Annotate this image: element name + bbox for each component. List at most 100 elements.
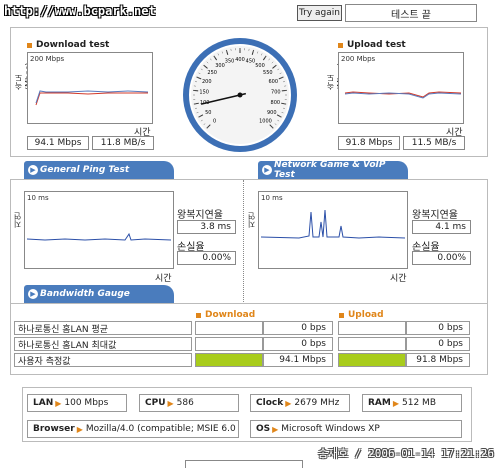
info-os: OS▶Microsoft Windows XP [250,420,462,438]
bandwidth-row-label: 하나로통신 홈LAN 평균 [14,321,192,335]
bandwidth-row-label: 사용자 측정값 [14,353,192,367]
lan-value: 100 Mbps [64,398,108,408]
download-test-title: Download test [27,40,109,50]
game-loss-value: 0.00% [412,251,471,265]
bullet-icon [338,43,343,48]
gauge-tick-label: 250 [207,70,217,76]
info-clock: Clock▶2679 MHz [250,394,350,412]
gauge-tick-label: 300 [215,63,225,69]
footer-signature: 송재호 / 2006-01-14 17:21:26 [318,445,494,461]
download-graph [28,53,152,123]
gauge-tick-label: 550 [263,70,273,76]
tab-general-ping[interactable]: ▶General Ping Test [24,161,174,179]
upload-value: 91.8 Mbps [406,353,470,367]
ping-plot: 10 ms [24,191,174,269]
upload-bar [338,321,406,335]
game-plot: 10 ms [258,191,408,269]
game-xlabel: 시간 [390,271,407,284]
upload-bar [338,337,406,351]
download-value: 0 bps [263,337,333,351]
bullet-icon [196,313,201,318]
game-rtt-value: 4.1 ms [412,220,471,234]
os-key: OS [256,424,270,434]
arrow-right-icon: ▶ [28,165,38,175]
download-mbs-value: 11.8 MB/s [92,136,154,150]
clock-key: Clock [256,398,283,408]
gauge-tick-label: 150 [199,89,209,95]
arrow-icon: ▶ [393,399,399,408]
upload-bar [338,353,406,367]
info-browser: Browser▶Mozilla/4.0 (compatible; MSIE 6.… [27,420,239,438]
arrow-icon: ▶ [77,425,83,434]
tab-game-label: Network Game & VoIP Test [274,160,408,180]
download-title-text: Download test [36,40,109,50]
cpu-value: 586 [177,398,194,408]
upload-graph [339,53,463,123]
bottom-edge-box [185,460,303,468]
lan-key: LAN [33,398,53,408]
arrow-right-icon: ▶ [262,165,272,175]
ram-key: RAM [368,398,391,408]
upload-title-text: Upload test [347,40,406,50]
download-bar [195,337,263,351]
ping-rtt-label: 왕복지연율 [177,206,223,221]
bw-ul-text: Upload [348,310,384,320]
gauge-tick-label: 500 [255,63,265,69]
os-value: Microsoft Windows XP [281,424,379,434]
gauge-tick-label: 600 [268,79,278,85]
gauge-tick-label: 200 [202,79,212,85]
gauge-tick-label: 0 [213,118,216,124]
speed-gauge: 0501001502002503003504004505005506007008… [180,35,300,155]
download-value: 0 bps [263,321,333,335]
upload-test-title: Upload test [338,40,406,50]
cpu-key: CPU [145,398,166,408]
bandwidth-upload-header: Upload [339,310,384,320]
bullet-icon [27,43,32,48]
download-bar [195,321,263,335]
gauge-tick-label: 350 [225,59,235,65]
download-mbps-value: 94.1 Mbps [27,136,89,150]
upload-value: 0 bps [406,337,470,351]
ping-graph [25,192,173,268]
gauge-tick-label: 900 [267,110,277,116]
upload-plot: 200 Mbps [338,52,464,124]
download-value: 94.1 Mbps [263,353,333,367]
ping-xlabel: 시간 [155,271,172,284]
tab-ping-label: General Ping Test [40,165,129,175]
arrow-icon: ▶ [168,399,174,408]
tab-bw-label: Bandwidth Gauge [40,289,130,299]
bandwidth-download-header: Download [196,310,255,320]
gauge-tick-label: 700 [271,89,281,95]
ping-rtt-value: 3.8 ms [177,220,236,234]
arrow-icon: ▶ [272,425,278,434]
browser-value: Mozilla/4.0 (compatible; MSIE 6.0 [86,424,236,434]
ram-value: 512 MB [402,398,436,408]
bandwidth-row-label: 하나로통신 홈LAN 최대값 [14,337,192,351]
panel-divider [243,180,244,302]
upload-value: 0 bps [406,321,470,335]
gauge-tick-label: 400 [235,57,245,63]
browser-key: Browser [33,424,75,434]
gauge-tick-label: 1000 [259,118,272,124]
arrow-icon: ▶ [285,399,291,408]
tab-network-game[interactable]: ▶Network Game & VoIP Test [258,161,408,179]
download-plot: 200 Mbps [27,52,153,124]
info-lan: LAN▶100 Mbps [27,394,127,412]
game-rtt-label: 왕복지연율 [412,206,458,221]
upload-mbs-value: 11.5 MB/s [403,136,465,150]
test-result-field: 테스트 끝 [345,4,477,22]
bw-dl-text: Download [205,310,255,320]
gauge-tick-label: 800 [271,100,281,106]
try-again-button[interactable]: Try again [297,5,342,21]
clock-value: 2679 MHz [294,398,339,408]
info-cpu: CPU▶586 [139,394,239,412]
site-url: http://www.bcpark.net [4,4,156,18]
arrow-right-icon: ▶ [28,289,38,299]
bullet-icon [339,313,344,318]
ping-loss-value: 0.00% [177,251,236,265]
tab-bandwidth-gauge[interactable]: ▶Bandwidth Gauge [24,285,174,303]
arrow-icon: ▶ [55,399,61,408]
gauge-tick-label: 50 [205,110,211,116]
gauge-tick-label: 450 [246,59,256,65]
game-graph [259,192,407,268]
